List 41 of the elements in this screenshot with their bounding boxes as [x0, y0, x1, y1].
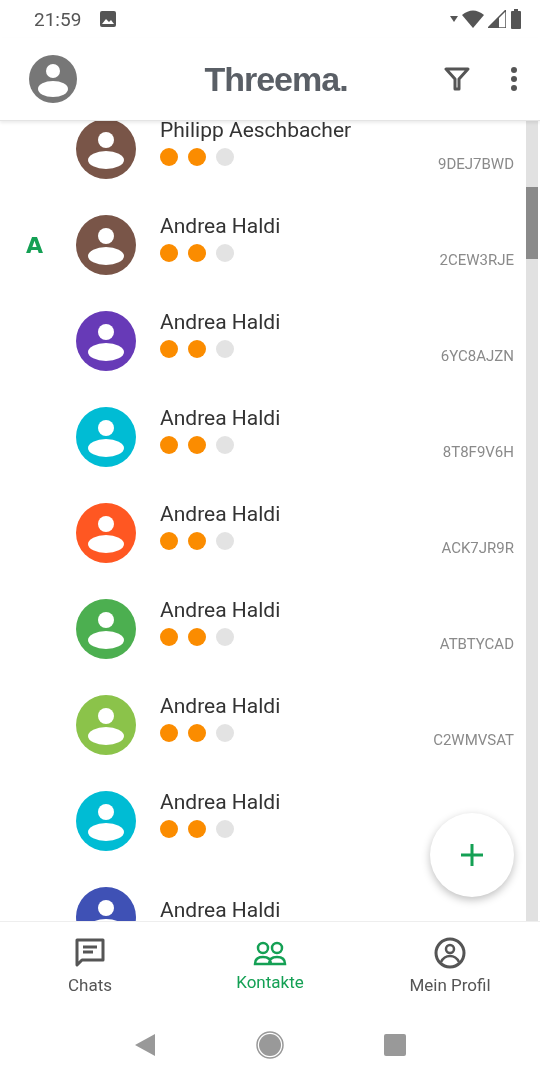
nav-tab[interactable]: Chats: [0, 922, 180, 1010]
image-icon: [99, 10, 118, 28]
contact-avatar[interactable]: [76, 215, 136, 275]
contact-avatar[interactable]: [76, 121, 136, 179]
contact-avatar[interactable]: [76, 311, 136, 371]
home-icon[interactable]: [256, 1031, 284, 1059]
people-icon: [253, 940, 287, 966]
contact-name[interactable]: Andrea Haldi: [160, 310, 281, 334]
chat-bubble-icon: [74, 937, 106, 969]
contact-avatar[interactable]: [76, 503, 136, 563]
battery-icon: [510, 9, 522, 29]
back-icon[interactable]: [134, 1033, 156, 1057]
add-contact-button[interactable]: [430, 813, 514, 897]
threema-id: ATBTYCAD: [439, 635, 514, 653]
threema-id: 9DEJ7BWD: [438, 155, 514, 173]
section-letter: A: [25, 232, 45, 258]
account-circle-icon: [434, 937, 466, 969]
app-logo: Threema.: [203, 59, 349, 99]
data-arrow-icon: [450, 15, 458, 23]
plus-icon: [459, 842, 485, 868]
wifi-icon: [462, 10, 484, 28]
threema-id: C2WMVSAT: [433, 731, 514, 749]
threema-id: 6YC8AJZN: [440, 347, 514, 365]
contact-name[interactable]: Andrea Haldi: [160, 694, 281, 718]
threema-id: ACK7JR9R: [441, 539, 514, 557]
profile-avatar-button[interactable]: [28, 54, 78, 104]
contact-name[interactable]: Andrea Haldi: [160, 898, 281, 921]
contact-name[interactable]: Andrea Haldi: [160, 598, 281, 622]
threema-id: 2CEW3RJE: [439, 251, 514, 269]
more-options-button[interactable]: [510, 66, 518, 92]
scrollbar[interactable]: [526, 121, 538, 921]
filter-button[interactable]: [444, 66, 470, 92]
signal-icon: [488, 10, 506, 28]
contact-name[interactable]: Andrea Haldi: [160, 214, 281, 238]
nav-tab[interactable]: Mein Profil: [360, 922, 540, 1010]
clock: 21:59: [34, 7, 82, 31]
contact-name[interactable]: Andrea Haldi: [160, 502, 281, 526]
contact-name[interactable]: Philipp Aeschbacher: [160, 121, 352, 142]
threema-id: 8T8F9V6H: [442, 443, 514, 461]
contact-name[interactable]: Andrea Haldi: [160, 790, 281, 814]
contact-name[interactable]: Andrea Haldi: [160, 406, 281, 430]
